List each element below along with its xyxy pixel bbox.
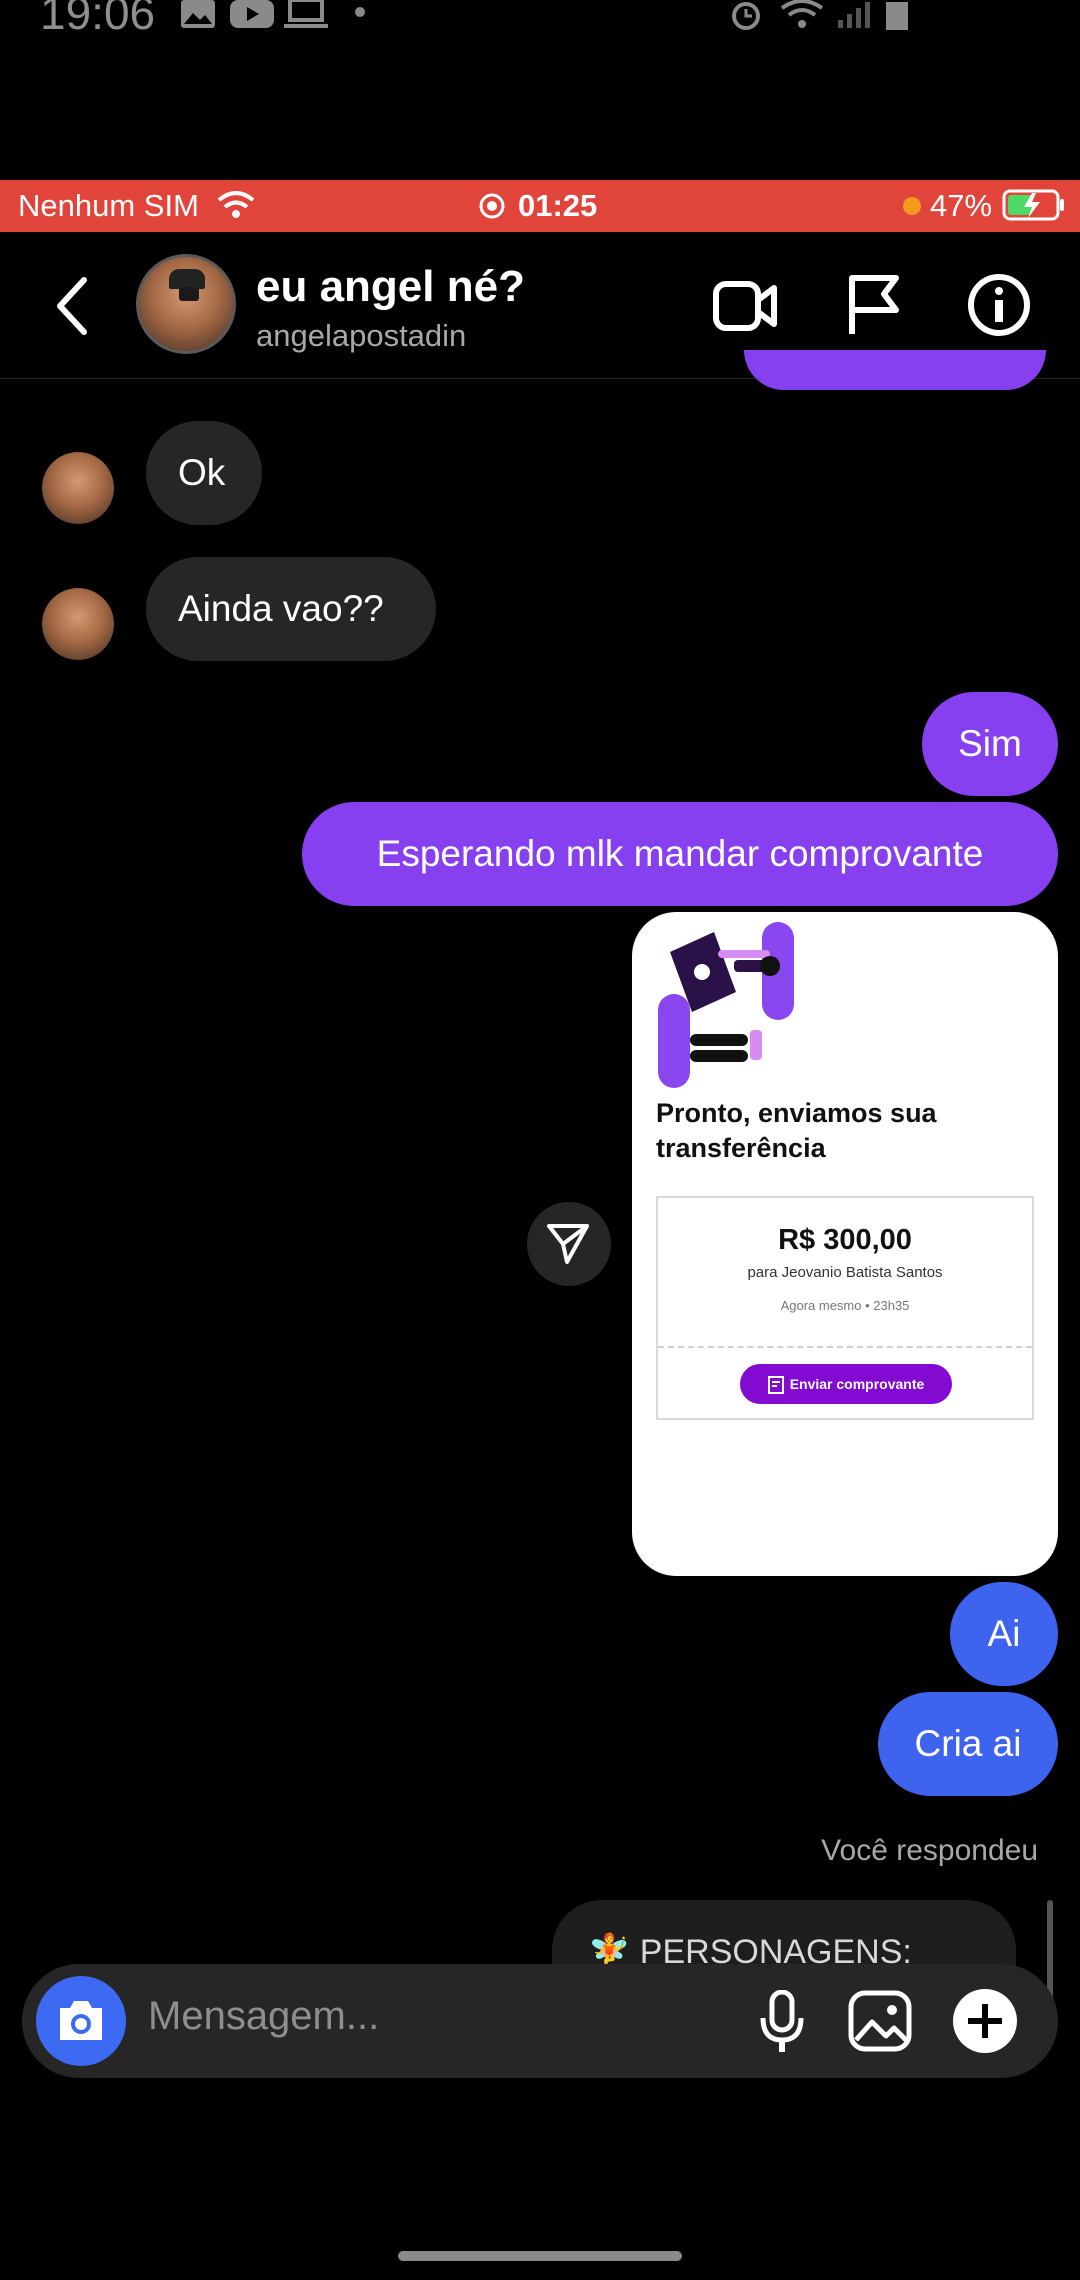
outgoing-bubble-partial — [744, 350, 1046, 390]
outgoing-message[interactable]: Ai — [950, 1582, 1058, 1686]
gallery-icon[interactable] — [848, 1990, 912, 2052]
back-arrow-icon[interactable] — [52, 276, 92, 336]
receipt-title: Pronto, enviamos sua transferência — [656, 1098, 937, 1163]
outgoing-message[interactable]: Esperando mlk mandar comprovante — [302, 802, 1058, 906]
transfer-illustration — [658, 922, 794, 1088]
outgoing-message[interactable]: Sim — [922, 692, 1058, 796]
video-call-icon[interactable] — [712, 276, 780, 336]
incoming-message[interactable]: Ainda vao?? — [146, 557, 436, 661]
camera-icon — [60, 2001, 102, 2040]
avatar[interactable] — [136, 254, 236, 354]
alarm-icon — [732, 2, 760, 30]
avatar[interactable] — [42, 588, 114, 660]
scrollbar[interactable] — [1047, 1900, 1053, 2000]
message-input[interactable]: Mensagem... — [148, 1994, 379, 2039]
battery-icon — [886, 2, 908, 30]
incoming-message[interactable]: Ok — [146, 421, 262, 525]
info-icon[interactable] — [966, 272, 1032, 338]
chat-title[interactable]: eu angel né? — [256, 262, 525, 312]
transfer-recipient: para Jeovanio Batista Santos — [747, 1264, 943, 1281]
wifi-icon — [217, 191, 255, 218]
share-button[interactable] — [527, 1202, 611, 1286]
document-icon — [767, 1376, 784, 1395]
flag-icon[interactable] — [846, 272, 902, 338]
avatar[interactable] — [42, 452, 114, 524]
wifi-icon — [780, 0, 824, 28]
orange-dot-icon — [903, 197, 921, 215]
transfer-time: Agora mesmo • 23h35 — [780, 1298, 910, 1313]
youtube-notification-icon — [230, 0, 274, 28]
recording-time: 01:25 — [518, 188, 598, 223]
android-status-bar: 19:06 — [0, 0, 1080, 60]
laptop-notification-icon — [284, 0, 328, 28]
send-receipt-button: Enviar comprovante — [740, 1364, 952, 1404]
add-icon[interactable] — [952, 1988, 1018, 2054]
send-icon — [547, 1224, 589, 1264]
receipt-box: R$ 300,00 para Jeovanio Batista Santos A… — [656, 1196, 1034, 1420]
recording-icon — [479, 193, 505, 219]
screen-recording-bar: Nenhum SIM 01:25 47% — [0, 180, 1080, 232]
android-clock: 19:06 — [40, 0, 156, 39]
transfer-receipt-image[interactable]: Pronto, enviamos sua transferência R$ 30… — [632, 912, 1058, 1576]
battery-percent: 47% — [930, 188, 993, 223]
outgoing-message[interactable]: Cria ai — [878, 1692, 1058, 1796]
microphone-icon[interactable] — [758, 1990, 806, 2054]
home-indicator[interactable] — [398, 2251, 682, 2261]
receipt-divider — [658, 1346, 1032, 1348]
charging-battery-icon — [1002, 189, 1064, 221]
carrier-label: Nenhum SIM — [18, 188, 199, 223]
chat-username[interactable]: angelapostadin — [256, 318, 466, 354]
message-composer[interactable]: Mensagem... — [22, 1964, 1058, 2078]
camera-button[interactable] — [36, 1976, 126, 2066]
gallery-notification-icon — [181, 0, 215, 28]
dot-notification-icon — [355, 7, 365, 17]
send-receipt-label: Enviar comprovante — [789, 1376, 925, 1392]
transfer-amount: R$ 300,00 — [778, 1224, 912, 1256]
signal-icon — [838, 2, 870, 28]
you-replied-label: Você respondeu — [821, 1834, 1038, 1867]
